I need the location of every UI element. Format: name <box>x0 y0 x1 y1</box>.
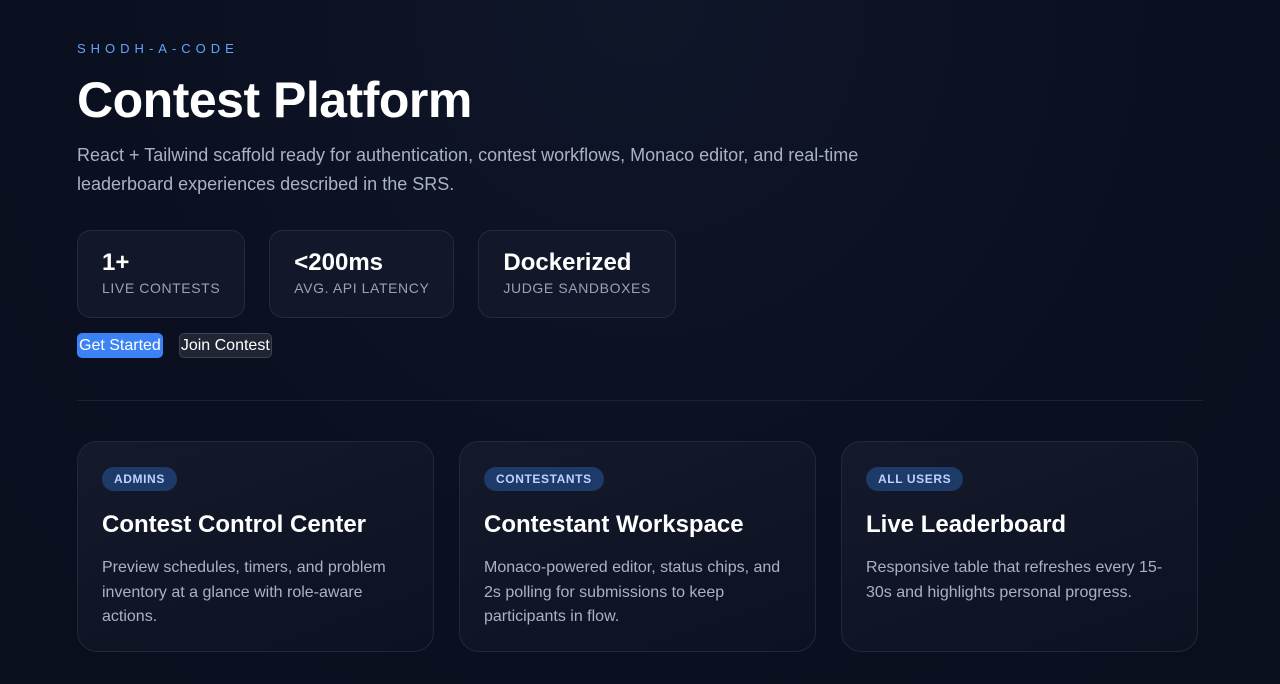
role-badge: ALL USERS <box>866 467 964 491</box>
feature-card-all-users: ALL USERS Live Leaderboard Responsive ta… <box>841 441 1198 652</box>
stat-card-latency: <200ms Avg. API latency <box>269 230 455 318</box>
feature-card-contestants: CONTESTANTS Contestant Workspace Monaco-… <box>459 441 816 652</box>
stat-value: Dockerized <box>503 249 632 276</box>
stats-row: 1+ Live contests <200ms Avg. API latency… <box>77 230 676 318</box>
card-description: Monaco-powered editor, status chips, and… <box>484 559 781 625</box>
stat-value: <200ms <box>294 249 384 276</box>
page-title: Contest Platform <box>77 72 472 128</box>
landing-page: SHODH-A-CODE Contest Platform React + Ta… <box>0 0 1280 684</box>
role-badge: ADMINS <box>102 467 177 491</box>
card-description: Preview schedules, timers, and problem i… <box>102 559 386 625</box>
join-contest-button[interactable]: Join Contest <box>178 333 272 358</box>
card-description: Responsive table that refreshes every 15… <box>866 559 1163 601</box>
stat-label: Live contests <box>102 280 221 296</box>
page-subtitle: React + Tailwind scaffold ready for auth… <box>77 145 859 194</box>
brand-eyebrow: SHODH-A-CODE <box>77 41 239 56</box>
stat-card-sandboxes: Dockerized Judge sandboxes <box>478 230 676 318</box>
stat-label: Judge sandboxes <box>503 280 651 296</box>
stat-card-contests: 1+ Live contests <box>77 230 246 318</box>
card-title: Live Leaderboard <box>866 511 1067 538</box>
section-divider <box>77 400 1203 401</box>
role-badge: CONTESTANTS <box>484 467 604 491</box>
stat-value: 1+ <box>102 249 130 276</box>
card-title: Contestant Workspace <box>484 511 744 538</box>
card-title: Contest Control Center <box>102 511 366 538</box>
hero-actions: Get Started Join Contest <box>77 333 272 358</box>
feature-card-admins: ADMINS Contest Control Center Preview sc… <box>77 441 434 652</box>
stat-label: Avg. API latency <box>294 280 430 296</box>
feature-cards: ADMINS Contest Control Center Preview sc… <box>77 441 1198 652</box>
get-started-button[interactable]: Get Started <box>77 333 163 358</box>
